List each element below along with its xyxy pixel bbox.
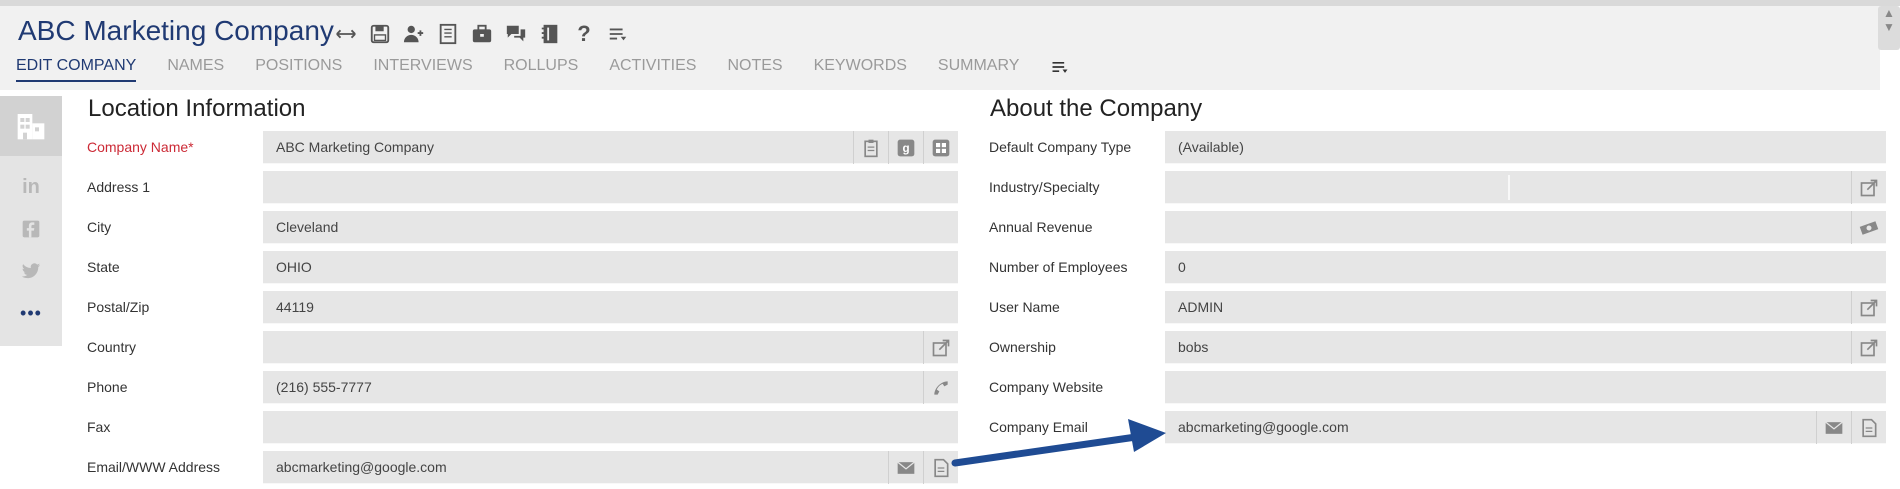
annotation-arrow	[951, 419, 1166, 467]
